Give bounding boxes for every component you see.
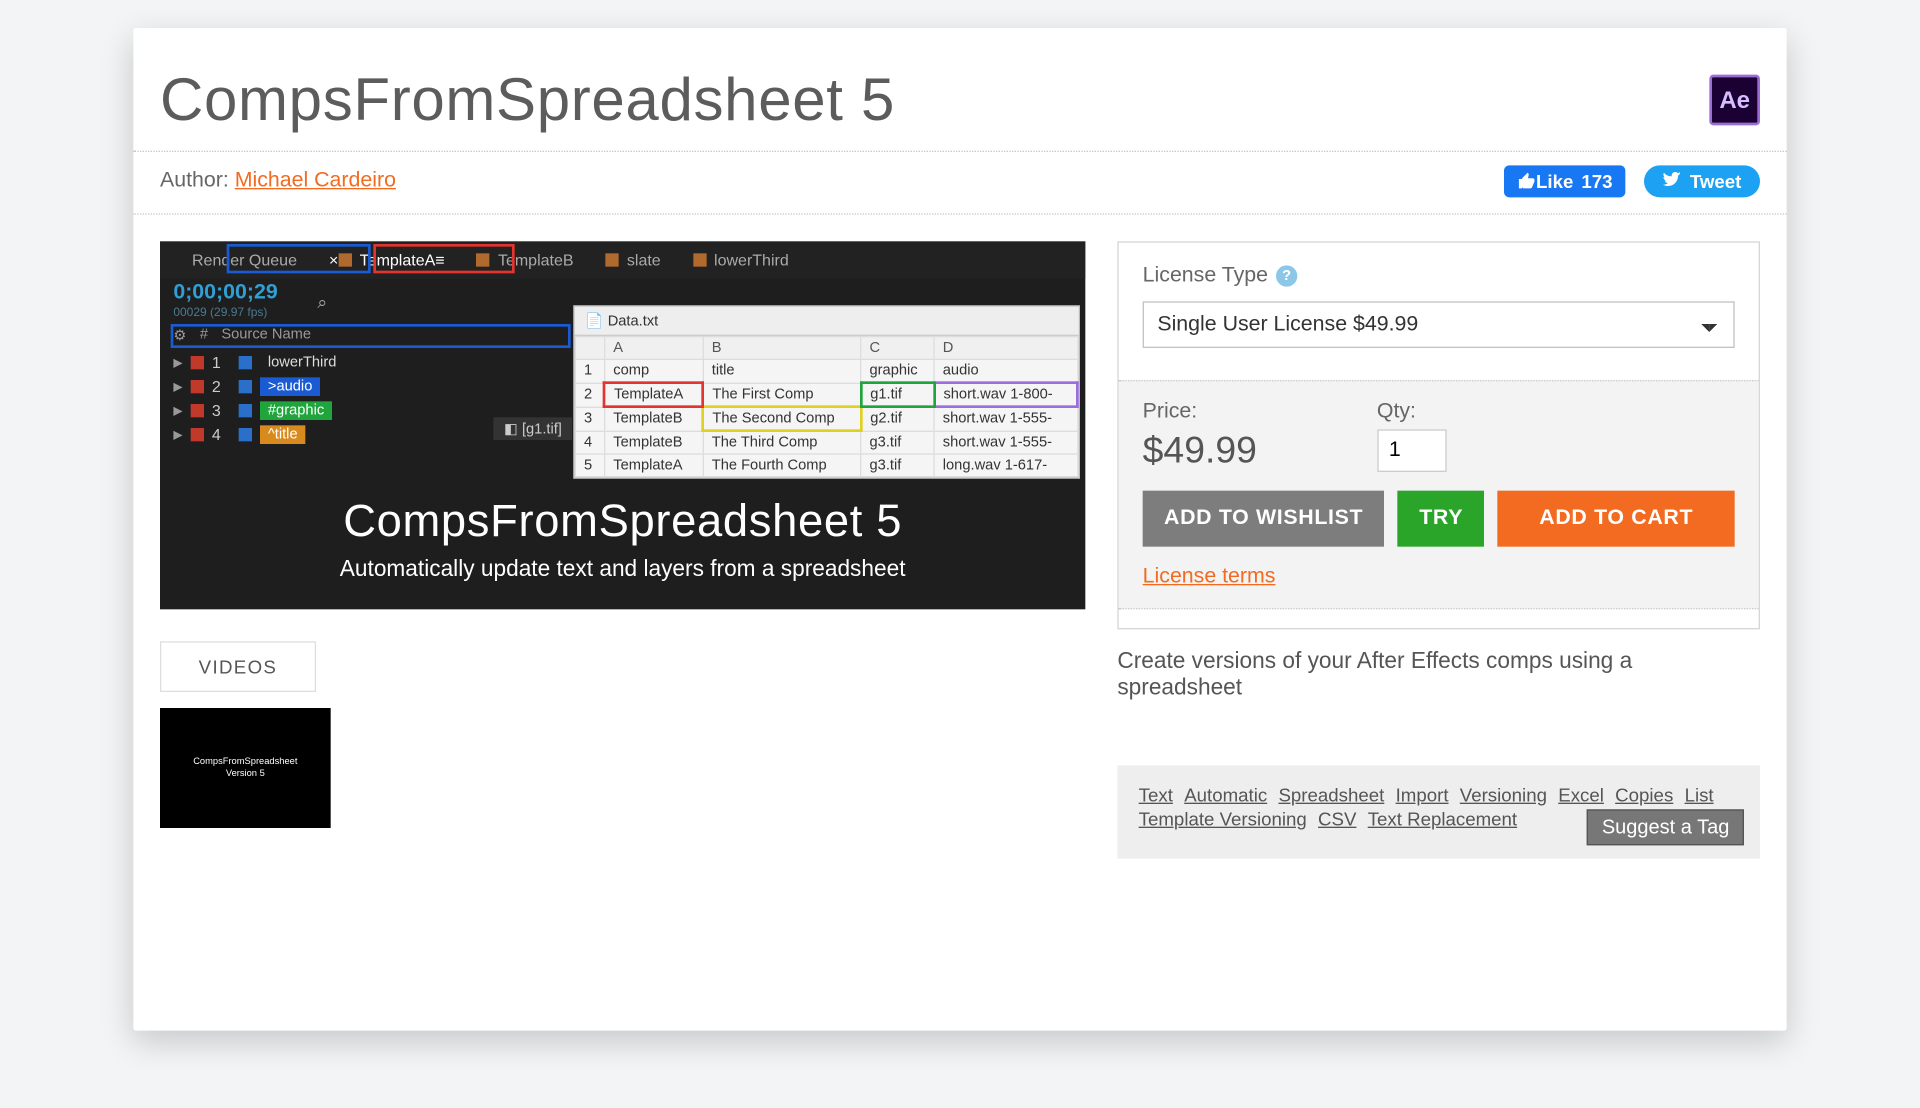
add-to-cart-button[interactable]: ADD TO CART [1498, 491, 1735, 547]
author-row: Author: Michael Cardeiro Like 173 Tweet [133, 165, 1786, 214]
product-description: Create versions of your After Effects co… [1117, 648, 1760, 701]
page-title: CompsFromSpreadsheet 5 [160, 65, 895, 134]
social-buttons: Like 173 Tweet [1504, 165, 1760, 197]
annotation-box [373, 244, 514, 273]
license-type-label: License Type ? [1143, 264, 1735, 288]
tag-link[interactable]: List [1685, 784, 1714, 805]
tag-link[interactable]: Automatic [1184, 784, 1267, 805]
tweet-label: Tweet [1690, 171, 1742, 192]
after-effects-icon: Ae [1709, 75, 1760, 126]
layer-list: ▶1lowerThird ▶2>audio ▶3#graphic ▶4^titl… [173, 351, 344, 447]
spreadsheet-panel: 📄 Data.txt ABCD 1comptitlegraphicaudio 2… [573, 305, 1080, 478]
price-value: $49.99 [1143, 429, 1257, 472]
search-icon: ⌕ [317, 292, 327, 313]
tweet-button[interactable]: Tweet [1644, 165, 1760, 197]
try-button[interactable]: TRY [1398, 491, 1485, 547]
tag-link[interactable]: Template Versioning [1139, 808, 1307, 829]
qty-input[interactable] [1377, 429, 1446, 472]
hero-image: Render Queue × TemplateA ≡ TemplateB sla… [160, 241, 1085, 609]
tag-link[interactable]: Copies [1615, 784, 1673, 805]
hero-tab-slate: slate [590, 241, 677, 278]
product-card: CompsFromSpreadsheet 5 Ae Author: Michae… [133, 28, 1786, 1031]
license-select[interactable]: Single User License $49.99 [1143, 301, 1735, 348]
license-terms-link[interactable]: License terms [1143, 565, 1276, 589]
tag-box: Text Automatic Spreadsheet Import Versio… [1117, 765, 1760, 858]
tag-link[interactable]: CSV [1318, 808, 1356, 829]
suggest-tag-button[interactable]: Suggest a Tag [1587, 809, 1744, 845]
price-label: Price: [1143, 400, 1257, 424]
annotation-box [227, 244, 371, 273]
author-label: Author: [160, 169, 235, 192]
help-icon[interactable]: ? [1276, 265, 1297, 286]
video-thumbnail[interactable]: CompsFromSpreadsheetVersion 5 [160, 708, 331, 828]
title-row: CompsFromSpreadsheet 5 Ae [133, 65, 1786, 152]
tag-link[interactable]: Excel [1558, 784, 1604, 805]
like-label: Like [1536, 171, 1573, 192]
timecode: 0;00;00;2900029 (29.97 fps) [173, 281, 277, 318]
tag-link[interactable]: Spreadsheet [1278, 784, 1384, 805]
graphic-chip: ◧ [g1.tif] [493, 417, 572, 440]
hero-overlay: CompsFromSpreadsheet 5 Automatically upd… [160, 496, 1085, 583]
tag-link[interactable]: Text [1139, 784, 1173, 805]
purchase-panel: License Type ? Single User License $49.9… [1117, 241, 1760, 629]
hero-tab-lowerthird: lowerThird [677, 241, 805, 278]
wishlist-button[interactable]: ADD TO WISHLIST [1143, 491, 1385, 547]
facebook-like-button[interactable]: Like 173 [1504, 165, 1626, 197]
tag-link[interactable]: Versioning [1460, 784, 1547, 805]
like-count: 173 [1581, 171, 1612, 192]
tag-link[interactable]: Import [1396, 784, 1449, 805]
twitter-icon [1663, 172, 1682, 191]
tag-link[interactable]: Text Replacement [1368, 808, 1517, 829]
qty-label: Qty: [1377, 400, 1446, 424]
media-tab-strip: VIDEOS [160, 641, 316, 692]
author-link[interactable]: Michael Cardeiro [235, 169, 396, 192]
tab-videos[interactable]: VIDEOS [161, 643, 314, 691]
thumbs-up-icon [1517, 172, 1536, 191]
